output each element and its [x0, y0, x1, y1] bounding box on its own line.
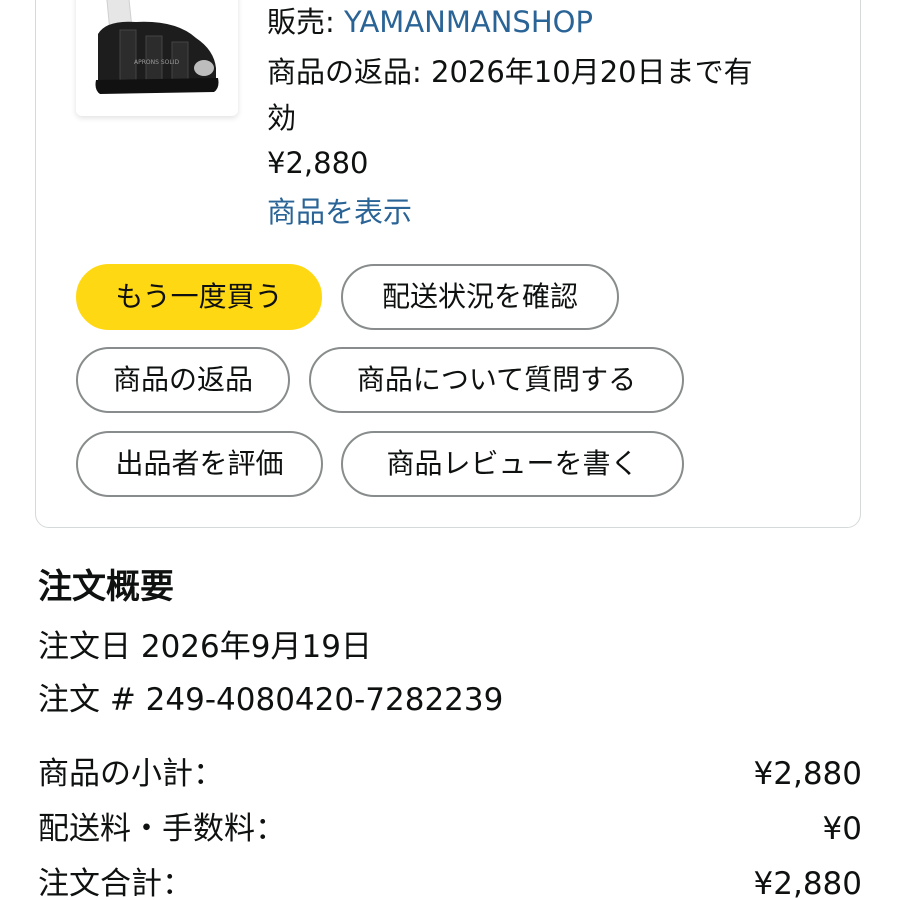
order-details-page: APRONS SOLID 販売: YAMANMANSHOP 商品の返品: 202…	[0, 0, 900, 900]
return-item-button[interactable]: 商品の返品	[76, 347, 290, 413]
return-window-line-1: 商品の返品: 2026年10月20日まで有	[267, 55, 753, 89]
ask-question-button[interactable]: 商品について質問する	[309, 347, 684, 413]
shipping-label: 配送料・手数料：	[38, 811, 286, 847]
order-summary-title: 注文概要	[38, 567, 174, 607]
seller-label: 販売:	[267, 5, 344, 39]
shoe-brand-text: APRONS SOLID	[134, 59, 179, 66]
rate-seller-button[interactable]: 出品者を評価	[76, 431, 323, 497]
order-total-label: 注文合計：	[38, 866, 193, 900]
track-package-button[interactable]: 配送状況を確認	[341, 264, 619, 330]
shipping-value: ¥0	[822, 811, 862, 847]
order-total-value: ¥2,880	[753, 866, 862, 900]
shoe-image: APRONS SOLID	[95, 0, 219, 94]
buy-again-button[interactable]: もう一度買う	[76, 264, 322, 330]
view-item-link[interactable]: 商品を表示	[267, 192, 412, 232]
order-date: 注文日 2026年9月19日	[38, 629, 372, 665]
order-number: 注文 # 249-4080420-7282239	[38, 682, 504, 718]
return-window-line-2: 効	[267, 101, 297, 135]
product-thumbnail[interactable]: APRONS SOLID	[76, 0, 238, 116]
write-review-button[interactable]: 商品レビューを書く	[341, 431, 684, 497]
seller-link[interactable]: YAMANMANSHOP	[344, 5, 593, 39]
subtotal-label: 商品の小計：	[38, 756, 224, 792]
seller-line: 販売: YAMANMANSHOP	[267, 2, 593, 42]
subtotal-value: ¥2,880	[753, 756, 862, 792]
item-price: ¥2,880	[267, 146, 369, 180]
